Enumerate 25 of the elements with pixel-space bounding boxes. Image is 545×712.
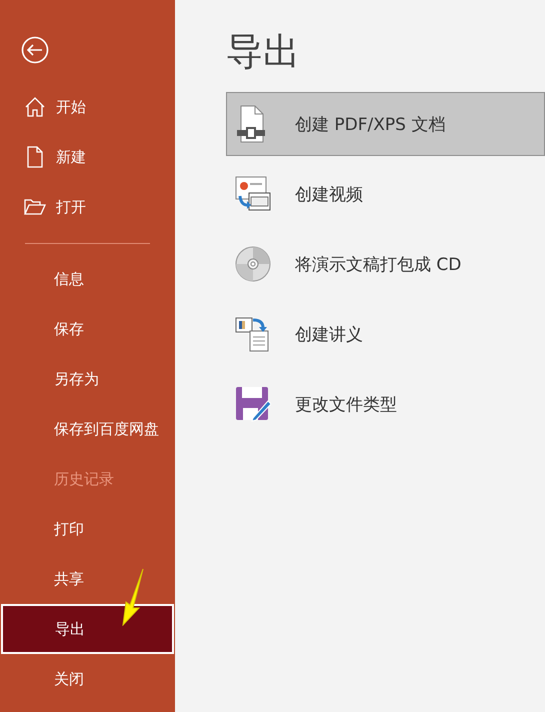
export-option[interactable]: 创建 PDF/XPS 文档 (226, 92, 545, 156)
back-icon (21, 36, 49, 64)
menu-item[interactable]: 新建 (0, 132, 175, 182)
export-option[interactable]: 创建视频 (226, 162, 545, 226)
export-option[interactable]: 创建讲义 (226, 302, 545, 366)
menu-item[interactable]: 打开 (0, 182, 175, 232)
menu-item[interactable]: 另存为 (0, 354, 175, 404)
back-button[interactable] (21, 36, 49, 64)
document-icon (235, 105, 267, 143)
menu-item[interactable]: 信息 (0, 254, 175, 304)
menu-item[interactable]: 保存到百度网盘 (0, 404, 175, 454)
menu-item[interactable]: 共享 (0, 554, 175, 604)
menu-item[interactable]: 保存 (0, 304, 175, 354)
export-option[interactable]: 更改文件类型 (226, 372, 545, 436)
save-file-icon (235, 386, 271, 422)
export-option[interactable]: 将演示文稿打包成 CD (226, 232, 545, 296)
page-title: 导出 (226, 29, 301, 75)
handout-icon (235, 316, 271, 352)
menu-item[interactable]: 打印 (0, 504, 175, 554)
menu-item[interactable]: 导出 (1, 604, 174, 654)
home-icon (24, 96, 46, 118)
menu-item[interactable]: 开始 (0, 82, 175, 132)
disc-icon (235, 246, 271, 282)
video-icon (235, 176, 271, 212)
menu-item[interactable]: 关闭 (0, 654, 175, 704)
